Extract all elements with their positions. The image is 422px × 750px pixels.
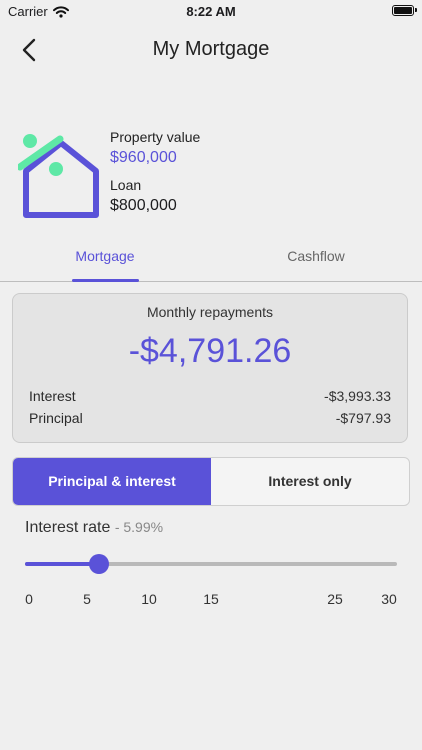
nav-bar: My Mortgage: [0, 28, 422, 72]
status-time: 8:22 AM: [186, 4, 236, 19]
repayments-title: Monthly repayments: [146, 304, 274, 320]
repayments-amount: -$4,791.26: [128, 332, 292, 370]
interest-rate-slider[interactable]: [25, 554, 397, 574]
page-title: My Mortgage: [152, 38, 270, 60]
interest-row: Interest -$3,993.33: [29, 388, 391, 404]
slider-thumb[interactable]: [89, 554, 110, 574]
slider-tick-label: 0: [25, 591, 33, 607]
property-value-label: Property value: [110, 129, 201, 145]
principal-interest-option[interactable]: Principal & interest: [13, 458, 211, 505]
interest-value: -$3,993.33: [324, 388, 391, 404]
slider-tick-label: 5: [83, 591, 91, 607]
status-bar: Carrier 8:22 AM: [0, 0, 422, 24]
interest-rate-label: Interest rate: [25, 519, 111, 536]
interest-only-option[interactable]: Interest only: [211, 458, 409, 505]
battery-icon: [392, 5, 417, 16]
loan-label: Loan: [110, 177, 142, 193]
principal-row: Principal -$797.93: [29, 410, 391, 426]
interest-rate-value: - 5.99%: [114, 519, 164, 535]
property-summary: Property value $960,000 Loan $800,000: [0, 125, 422, 225]
slider-tick-label: 25: [327, 591, 343, 607]
loan-value: $800,000: [110, 197, 177, 214]
repayment-type-toggle: Principal & interest Interest only: [12, 457, 410, 506]
property-info: Property value $960,000 Loan $800,000: [110, 129, 200, 215]
tab-bar: Mortgage Cashflow: [0, 240, 422, 282]
principal-value: -$797.93: [335, 410, 391, 426]
interest-label: Interest: [29, 388, 76, 404]
house-icon: [18, 134, 99, 218]
repayments-card: Monthly repayments -$4,791.26 Interest -…: [12, 293, 408, 443]
slider-tick-labels: 0 5 10 15 25 30: [25, 591, 397, 609]
interest-rate-row: Interest rate - 5.99%: [25, 519, 163, 537]
slider-tick-label: 30: [381, 591, 397, 607]
tab-mortgage[interactable]: Mortgage: [60, 248, 150, 264]
property-value: $960,000: [110, 149, 177, 166]
slider-fill: [25, 562, 100, 566]
principal-label: Principal: [29, 410, 83, 426]
slider-tick-label: 10: [141, 591, 157, 607]
slider-tick-label: 15: [203, 591, 219, 607]
tab-cashflow[interactable]: Cashflow: [270, 248, 362, 264]
tab-active-indicator: [72, 279, 139, 282]
